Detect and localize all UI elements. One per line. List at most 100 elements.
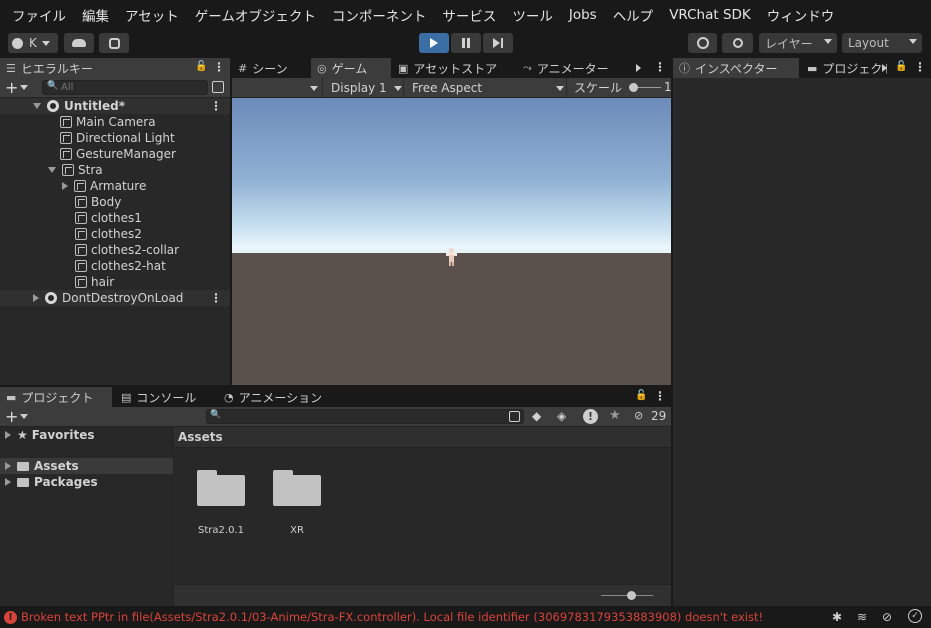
bug-icon[interactable]: ✱	[832, 610, 842, 624]
tab-animation[interactable]: ◔ アニメーション	[218, 387, 338, 407]
hierarchy-scene-untitled[interactable]: Untitled* ⋮	[0, 98, 230, 114]
hierarchy-item-clothes1[interactable]: clothes1	[0, 210, 230, 226]
hierarchy-item-stra[interactable]: Stra	[0, 162, 230, 178]
pause-button[interactable]	[451, 33, 481, 53]
project-content: Assets Stra2.0.1 XR	[174, 427, 671, 606]
hierarchy-item-clothes2-collar[interactable]: clothes2-collar	[0, 242, 230, 258]
tab-project[interactable]: ▬ プロジェクト	[0, 387, 112, 407]
hierarchy-item-gesturemanager[interactable]: GestureManager	[0, 146, 230, 162]
menu-file[interactable]: ファイル	[4, 5, 74, 25]
hierarchy-item-hair[interactable]: hair	[0, 274, 230, 290]
warning-filter-icon[interactable]: !	[583, 409, 598, 424]
tab-inspector[interactable]: ⓘ インスペクター	[673, 58, 799, 78]
display-dropdown[interactable]: Display 1	[322, 78, 402, 97]
folder-xr[interactable]	[273, 470, 321, 506]
hierarchy-scene-dontdestroyonload[interactable]: DontDestroyOnLoad ⋮	[0, 290, 230, 306]
chevron-down-icon[interactable]	[20, 85, 28, 90]
hierarchy-search[interactable]: 🔍	[42, 80, 208, 95]
status-message[interactable]: Broken text PPtr in file(Assets/Stra2.0.…	[21, 610, 831, 624]
tree-item-packages[interactable]: Packages	[0, 474, 173, 490]
chevron-down-icon	[556, 86, 564, 91]
chevron-down-icon[interactable]	[20, 414, 28, 419]
step-button[interactable]	[483, 33, 513, 53]
menu-component[interactable]: コンポーネント	[324, 5, 435, 25]
project-panel: ▬ プロジェクト ▤ コンソール ◔ アニメーション 🔓 ⋮ + 🔍 ◆ ◈ !…	[0, 387, 671, 606]
add-icon[interactable]: +	[5, 78, 18, 97]
star-icon[interactable]: ★	[609, 408, 621, 423]
account-button[interactable]: K	[8, 33, 58, 53]
aspect-dropdown[interactable]: Free Aspect	[403, 78, 565, 97]
tab-scroll-right-icon[interactable]	[636, 64, 641, 72]
chevron-down-icon[interactable]	[310, 86, 318, 91]
kebab-menu-icon[interactable]: ⋮	[213, 60, 225, 74]
tree-item-assets[interactable]: Assets	[0, 458, 173, 474]
lock-icon[interactable]: 🔓	[635, 390, 647, 401]
menu-assets[interactable]: アセット	[117, 5, 187, 25]
check-icon[interactable]: ✓	[908, 609, 922, 623]
cloud-button[interactable]	[64, 33, 94, 53]
hierarchy-item-main-camera[interactable]: Main Camera	[0, 114, 230, 130]
hierarchy-item-body[interactable]: Body	[0, 194, 230, 210]
search-by-type-icon[interactable]	[509, 411, 520, 422]
tree-item-favorites[interactable]: ★ Favorites	[0, 427, 173, 443]
tab-console[interactable]: ▤ コンソール	[115, 387, 215, 407]
menu-gameobject[interactable]: ゲームオブジェクト	[187, 5, 324, 25]
tab-animator[interactable]: ⤳ アニメーター	[517, 58, 632, 78]
expand-arrow-icon[interactable]	[5, 431, 11, 439]
tab-game[interactable]: ◎ ゲーム	[311, 58, 391, 78]
kebab-menu-icon[interactable]: ⋮	[210, 291, 222, 305]
hidden-packages-icon[interactable]: ⊘	[634, 409, 643, 422]
hierarchy-item-armature[interactable]: Armature	[0, 178, 230, 194]
scale-slider[interactable]: スケール 1	[566, 78, 672, 97]
expand-arrow-icon[interactable]	[33, 103, 41, 109]
menu-window[interactable]: ウィンドウ	[759, 5, 843, 25]
menu-services[interactable]: サービス	[434, 5, 504, 25]
gameobject-cube-icon	[75, 228, 87, 240]
scene-visibility-icon[interactable]	[212, 81, 224, 93]
hierarchy-item-clothes2[interactable]: clothes2	[0, 226, 230, 242]
filter-type-icon[interactable]: ◆	[532, 409, 541, 423]
lock-icon[interactable]: 🔓	[195, 61, 207, 72]
layers-dropdown[interactable]: レイヤー	[759, 33, 837, 53]
kebab-menu-icon[interactable]: ⋮	[914, 60, 926, 74]
menu-edit[interactable]: 編集	[74, 5, 117, 25]
menu-tools[interactable]: ツール	[504, 5, 561, 25]
menu-help[interactable]: ヘルプ	[605, 5, 662, 25]
kebab-menu-icon[interactable]: ⋮	[654, 389, 666, 403]
hierarchy-item-clothes2-hat[interactable]: clothes2-hat	[0, 258, 230, 274]
breadcrumb-assets[interactable]: Assets	[178, 430, 223, 444]
add-icon[interactable]: +	[5, 407, 18, 426]
aspect-label: Free Aspect	[412, 80, 483, 95]
tab-asset-store[interactable]: ▣ アセットストア	[392, 58, 516, 78]
hierarchy-search-input[interactable]	[61, 81, 201, 94]
expand-arrow-icon[interactable]	[62, 182, 68, 190]
tab-scroll-right-icon[interactable]	[882, 64, 887, 72]
play-button[interactable]	[419, 33, 449, 53]
layout-dropdown[interactable]: Layout	[842, 33, 922, 53]
tag-icon[interactable]: ◈	[557, 409, 566, 423]
expand-arrow-icon[interactable]	[33, 294, 39, 302]
network-icon[interactable]: ⊘	[882, 610, 892, 624]
history-button[interactable]	[688, 33, 717, 53]
icon-size-slider-thumb[interactable]	[627, 591, 636, 600]
menu-vrchat-sdk[interactable]: VRChat SDK	[661, 7, 759, 23]
tab-project-right[interactable]: ▬ プロジェクト	[801, 58, 887, 78]
expand-arrow-icon[interactable]	[5, 462, 11, 470]
project-search[interactable]: 🔍	[206, 409, 524, 424]
gameobject-cube-icon	[75, 260, 87, 272]
menu-jobs[interactable]: Jobs	[561, 7, 605, 23]
cache-icon[interactable]: ≋	[857, 610, 867, 624]
kebab-menu-icon[interactable]: ⋮	[654, 60, 666, 74]
folder-stra[interactable]	[197, 470, 245, 506]
lock-icon[interactable]: 🔓	[895, 61, 907, 72]
expand-arrow-icon[interactable]	[48, 167, 56, 173]
scale-slider-thumb[interactable]	[629, 83, 638, 92]
kebab-menu-icon[interactable]: ⋮	[210, 99, 222, 113]
tab-label: アセットストア	[413, 61, 498, 76]
hierarchy-item-directional-light[interactable]: Directional Light	[0, 130, 230, 146]
tab-scene[interactable]: # シーン	[232, 58, 310, 78]
collab-button[interactable]	[99, 33, 129, 53]
game-viewport[interactable]	[232, 98, 671, 385]
search-button[interactable]	[722, 33, 753, 53]
expand-arrow-icon[interactable]	[5, 478, 11, 486]
